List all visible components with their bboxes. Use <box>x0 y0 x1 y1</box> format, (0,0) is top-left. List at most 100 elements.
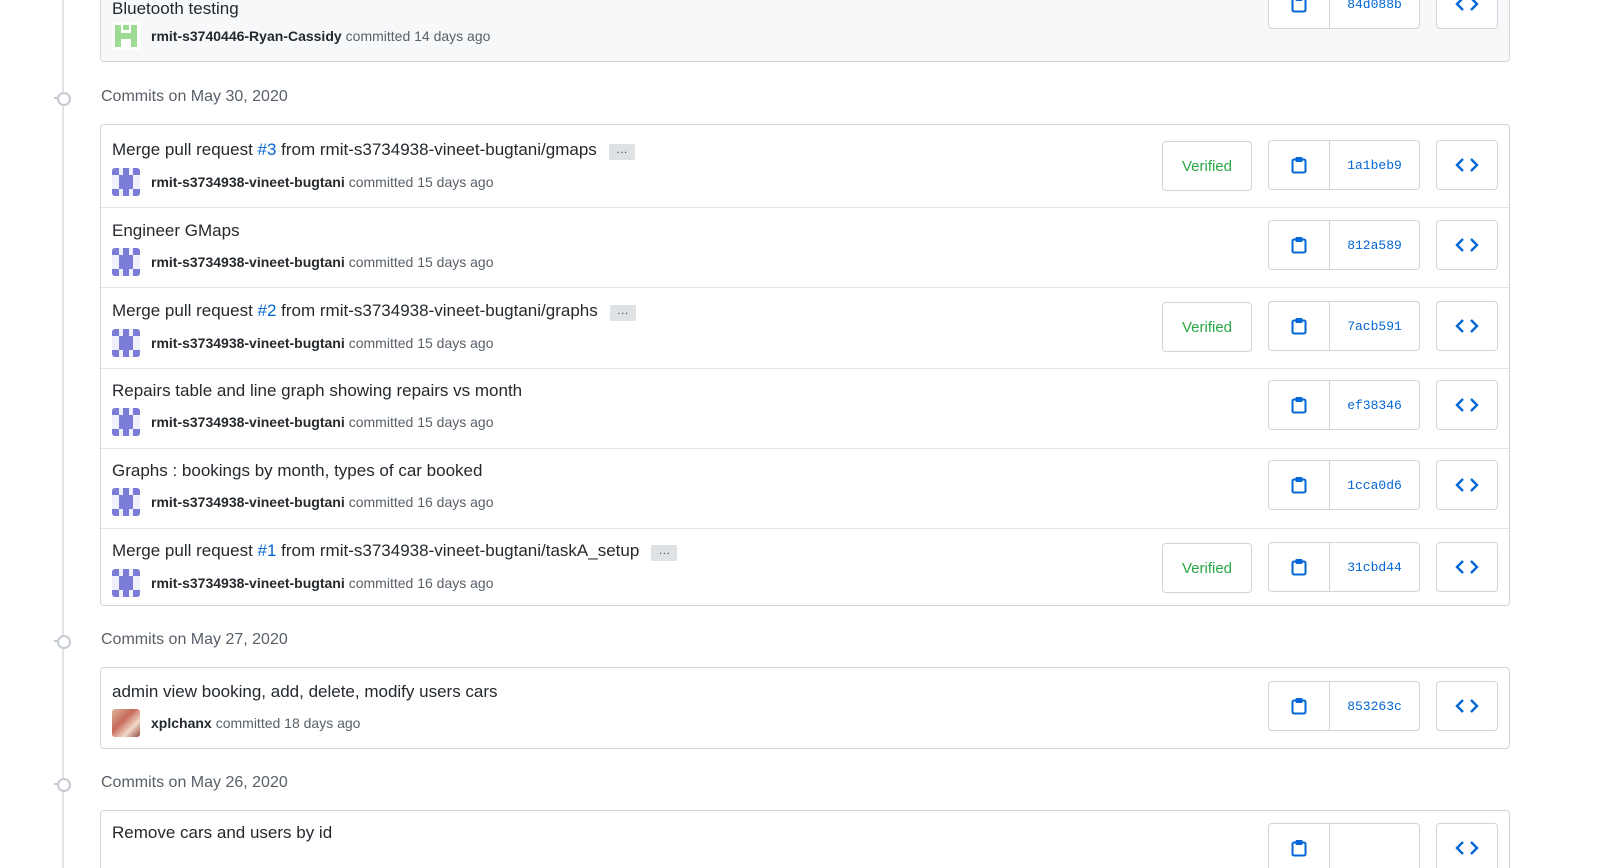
sha-link[interactable] <box>1330 824 1419 868</box>
sha-link[interactable]: 1a1beb9 <box>1330 141 1419 189</box>
clippy-icon <box>1291 0 1307 13</box>
pr-link[interactable]: #1 <box>258 541 277 560</box>
browse-repo-button[interactable] <box>1436 823 1498 868</box>
author-link[interactable]: xplchanx <box>151 715 212 731</box>
commit-meta: rmit-s3734938-vineet-bugtani committed 1… <box>112 248 494 276</box>
sha-button-group: 1a1beb9 <box>1268 140 1420 190</box>
commit-action: committed <box>348 174 414 190</box>
commit-group: Remove cars and users by id <box>100 810 1510 868</box>
clippy-icon <box>1291 237 1307 254</box>
commit-message[interactable]: Engineer GMaps <box>112 221 240 241</box>
copy-sha-button[interactable] <box>1269 302 1330 350</box>
avatar[interactable] <box>112 709 140 737</box>
clippy-icon <box>1291 157 1307 174</box>
author-link[interactable]: rmit-s3734938-vineet-bugtani <box>151 414 345 430</box>
expand-message-button[interactable]: … <box>609 304 636 321</box>
author-link[interactable]: rmit-s3734938-vineet-bugtani <box>151 174 345 190</box>
author-link[interactable]: rmit-s3734938-vineet-bugtani <box>151 575 345 591</box>
code-icon <box>1455 841 1479 855</box>
clippy-icon <box>1291 698 1307 715</box>
author-link[interactable]: rmit-s3740446-Ryan-Cassidy <box>151 28 342 44</box>
commit-time: 16 days ago <box>417 494 494 510</box>
commit-message[interactable]: Merge pull request #2 from rmit-s3734938… <box>112 301 636 321</box>
browse-repo-button[interactable] <box>1436 380 1498 430</box>
commit-time: 15 days ago <box>417 414 494 430</box>
author-link[interactable]: rmit-s3734938-vineet-bugtani <box>151 494 345 510</box>
pr-link[interactable]: #2 <box>258 301 277 320</box>
date-label: Commits on May 26, 2020 <box>101 774 288 791</box>
sha-link[interactable]: ef38346 <box>1330 381 1419 429</box>
commit-message[interactable]: Bluetooth testing <box>112 0 239 19</box>
code-icon <box>1455 699 1479 713</box>
avatar[interactable] <box>112 248 140 276</box>
commit-action: committed <box>348 575 414 591</box>
avatar[interactable] <box>112 329 140 357</box>
browse-repo-button[interactable] <box>1436 460 1498 510</box>
code-icon <box>1455 319 1479 333</box>
commit-message[interactable]: Repairs table and line graph showing rep… <box>112 381 522 401</box>
avatar[interactable] <box>112 22 140 50</box>
commit-message[interactable]: admin view booking, add, delete, modify … <box>112 682 498 702</box>
timeline-line <box>62 0 64 868</box>
commit-message[interactable]: Merge pull request #3 from rmit-s3734938… <box>112 140 635 160</box>
browse-repo-button[interactable] <box>1436 542 1498 592</box>
commit-row: Merge pull request #1 from rmit-s3734938… <box>101 528 1509 605</box>
sha-button-group: 7acb591 <box>1268 301 1420 351</box>
git-commit-icon <box>54 778 71 792</box>
copy-sha-button[interactable] <box>1269 461 1330 509</box>
copy-sha-button[interactable] <box>1269 682 1330 730</box>
date-label: Commits on May 27, 2020 <box>101 631 288 648</box>
commit-group: Bluetooth testing rmit-s3740446-Ryan-Cas… <box>100 0 1510 62</box>
copy-sha-button[interactable] <box>1269 381 1330 429</box>
browse-repo-button[interactable] <box>1436 301 1498 351</box>
commit-message[interactable]: Graphs : bookings by month, types of car… <box>112 461 482 481</box>
code-icon <box>1455 158 1479 172</box>
avatar[interactable] <box>112 569 140 597</box>
verified-badge[interactable]: Verified <box>1162 141 1252 191</box>
copy-sha-button[interactable] <box>1269 0 1330 28</box>
sha-button-group: 84d088b <box>1268 0 1420 29</box>
sha-link[interactable]: 31cbd44 <box>1330 543 1419 591</box>
browse-repo-button[interactable] <box>1436 140 1498 190</box>
commit-meta: rmit-s3734938-vineet-bugtani committed 1… <box>112 329 494 357</box>
code-icon <box>1455 0 1479 11</box>
sha-link[interactable]: 1cca0d6 <box>1330 461 1419 509</box>
author-link[interactable]: rmit-s3734938-vineet-bugtani <box>151 335 345 351</box>
commit-meta: rmit-s3734938-vineet-bugtani committed 1… <box>112 408 494 436</box>
commit-action: committed <box>348 254 414 270</box>
commit-message[interactable]: Remove cars and users by id <box>112 823 332 843</box>
commit-meta: xplchanx committed 18 days ago <box>112 709 360 737</box>
commit-row: Bluetooth testing rmit-s3740446-Ryan-Cas… <box>101 0 1509 61</box>
browse-repo-button[interactable] <box>1436 681 1498 731</box>
author-link[interactable]: rmit-s3734938-vineet-bugtani <box>151 254 345 270</box>
verified-badge[interactable]: Verified <box>1162 543 1252 593</box>
code-icon <box>1455 560 1479 574</box>
commit-meta: rmit-s3734938-vineet-bugtani committed 1… <box>112 488 494 516</box>
commit-row: Engineer GMaps rmit-s3734938-vineet-bugt… <box>101 207 1509 287</box>
browse-repo-button[interactable] <box>1436 0 1498 29</box>
clippy-icon <box>1291 318 1307 335</box>
avatar[interactable] <box>112 488 140 516</box>
commit-meta: rmit-s3734938-vineet-bugtani committed 1… <box>112 168 494 196</box>
git-commit-icon <box>54 635 71 649</box>
browse-repo-button[interactable] <box>1436 220 1498 270</box>
expand-message-button[interactable]: … <box>608 143 635 160</box>
sha-link[interactable]: 853263c <box>1330 682 1419 730</box>
copy-sha-button[interactable] <box>1269 543 1330 591</box>
avatar[interactable] <box>112 168 140 196</box>
copy-sha-button[interactable] <box>1269 824 1330 868</box>
copy-sha-button[interactable] <box>1269 221 1330 269</box>
verified-badge[interactable]: Verified <box>1162 302 1252 352</box>
pr-link[interactable]: #3 <box>258 140 277 159</box>
expand-message-button[interactable]: … <box>651 544 678 561</box>
copy-sha-button[interactable] <box>1269 141 1330 189</box>
sha-button-group: 1cca0d6 <box>1268 460 1420 510</box>
commit-message[interactable]: Merge pull request #1 from rmit-s3734938… <box>112 541 678 561</box>
avatar[interactable] <box>112 408 140 436</box>
commit-action: committed <box>348 335 414 351</box>
sha-link[interactable]: 84d088b <box>1330 0 1419 28</box>
sha-link[interactable]: 7acb591 <box>1330 302 1419 350</box>
commit-group: admin view booking, add, delete, modify … <box>100 667 1510 749</box>
commit-row: Merge pull request #2 from rmit-s3734938… <box>101 287 1509 368</box>
sha-link[interactable]: 812a589 <box>1330 221 1419 269</box>
